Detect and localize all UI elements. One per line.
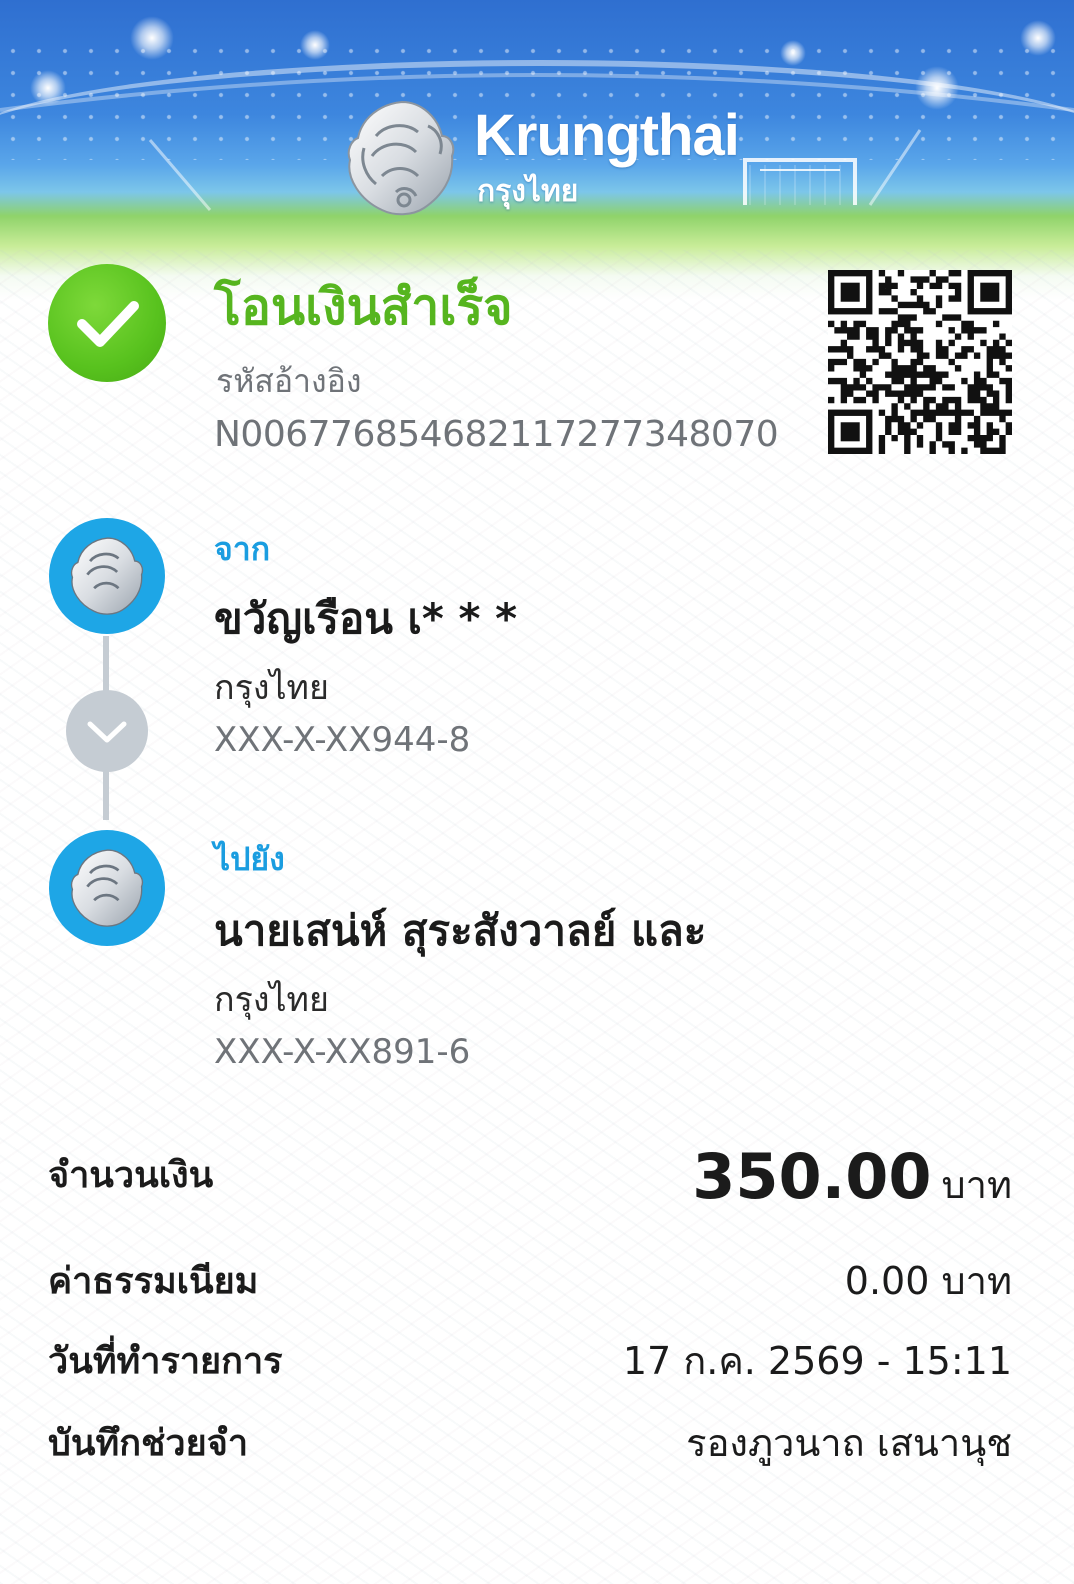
memo-value: รองภูวนาถ เสนานุช <box>686 1421 1012 1465</box>
krungthai-logo: Krungthai กรุงไทย <box>342 96 742 226</box>
sender-account: XXX-X-XX944-8 <box>214 720 471 760</box>
floodlight <box>780 40 806 66</box>
transfer-direction-toggle[interactable] <box>66 690 148 772</box>
date-label: วันที่ทำรายการ <box>48 1341 283 1382</box>
fee-value: 0.00 บาท <box>844 1259 1012 1303</box>
floodlight <box>1020 20 1056 56</box>
amount-label: จำนวนเงิน <box>48 1155 214 1196</box>
fee-label: ค่าธรรมเนียม <box>48 1261 259 1302</box>
floodlight <box>130 16 174 60</box>
status-title: โอนเงินสำเร็จ <box>214 278 513 336</box>
sender-bank: กรุงไทย <box>214 668 329 708</box>
chevron-down-icon <box>87 721 127 743</box>
floodlight <box>30 70 66 106</box>
receiver-account: XXX-X-XX891-6 <box>214 1032 471 1072</box>
receiver-bank-avatar <box>49 830 165 946</box>
floodlight <box>915 66 959 110</box>
brand-name-en: Krungthai <box>474 103 740 168</box>
krungthai-emblem-icon <box>70 849 144 927</box>
sender-name: ขวัญเรือน เ* * * <box>214 594 518 643</box>
krungthai-emblem-icon <box>347 100 455 216</box>
success-check-icon <box>48 264 166 382</box>
to-label: ไปยัง <box>214 840 285 878</box>
sender-bank-avatar <box>49 518 165 634</box>
brand-name-th: กรุงไทย <box>477 174 579 209</box>
receiver-bank: กรุงไทย <box>214 980 329 1020</box>
krungthai-emblem-icon <box>70 537 144 615</box>
amount-value: 350.00 บาท <box>692 1140 1012 1215</box>
date-value: 17 ก.ค. 2569 - 15:11 <box>622 1339 1012 1383</box>
memo-label: บันทึกช่วยจำ <box>48 1423 249 1464</box>
reference-number: N006776854682117277348070 <box>214 414 779 455</box>
receiver-name: นายเสน่ห์ สุระสังวาลย์ และ <box>214 906 707 955</box>
amount-number: 350.00 <box>692 1140 932 1213</box>
from-label: จาก <box>214 530 271 568</box>
reference-label: รหัสอ้างอิง <box>216 362 362 400</box>
amount-unit: บาท <box>941 1163 1012 1207</box>
qr-code[interactable] <box>828 270 1012 454</box>
floodlight <box>300 30 330 60</box>
